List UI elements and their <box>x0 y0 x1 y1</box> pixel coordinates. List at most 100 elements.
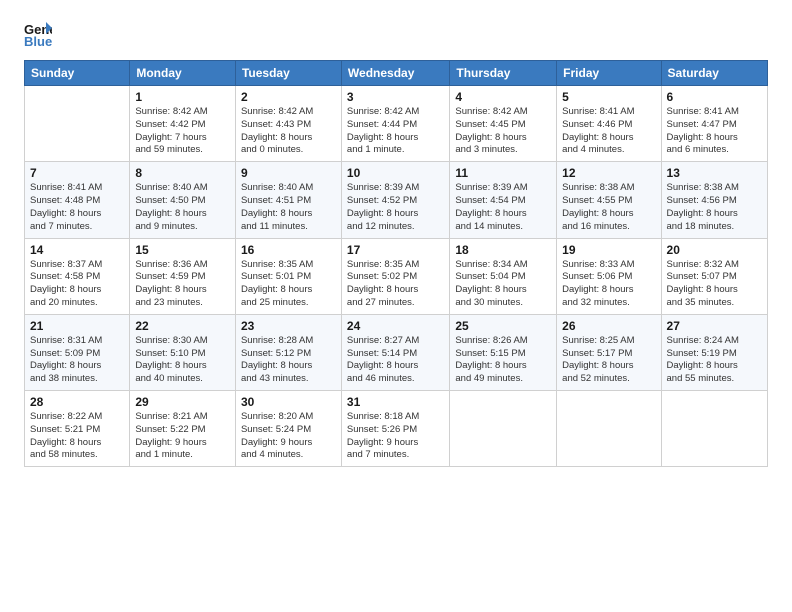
day-number: 30 <box>241 395 336 409</box>
day-number: 2 <box>241 90 336 104</box>
weekday-header: Monday <box>130 61 236 86</box>
day-info: Sunrise: 8:20 AM Sunset: 5:24 PM Dayligh… <box>241 411 336 462</box>
day-info: Sunrise: 8:35 AM Sunset: 5:02 PM Dayligh… <box>347 259 444 310</box>
day-number: 11 <box>455 166 551 180</box>
day-info: Sunrise: 8:25 AM Sunset: 5:17 PM Dayligh… <box>562 335 655 386</box>
day-info: Sunrise: 8:27 AM Sunset: 5:14 PM Dayligh… <box>347 335 444 386</box>
day-info: Sunrise: 8:36 AM Sunset: 4:59 PM Dayligh… <box>135 259 230 310</box>
day-number: 1 <box>135 90 230 104</box>
calendar-cell: 24Sunrise: 8:27 AM Sunset: 5:14 PM Dayli… <box>341 314 449 390</box>
day-info: Sunrise: 8:38 AM Sunset: 4:55 PM Dayligh… <box>562 182 655 233</box>
calendar-week-row: 14 Sunrise: 8:37 AM Sunset: 4:58 PM Dayli… <box>25 238 768 314</box>
calendar-cell: 4 Sunrise: 8:42 AM Sunset: 4:45 PM Daylig… <box>450 86 557 162</box>
day-info: Sunrise: 8:39 AM Sunset: 4:54 PM Dayligh… <box>455 182 551 233</box>
day-number: 14 <box>30 243 124 257</box>
day-info: Sunrise: 8:41 AM Sunset: 4:46 PM Dayligh… <box>562 106 655 157</box>
day-number: 18 <box>455 243 551 257</box>
calendar-cell: 19 Sunrise: 8:33 AM Sunset: 5:06 PM Dayli… <box>557 238 661 314</box>
weekday-header: Tuesday <box>235 61 341 86</box>
day-number: 26 <box>562 319 655 333</box>
calendar-header: SundayMondayTuesdayWednesdayThursdayFrid… <box>25 61 768 86</box>
day-number: 13 <box>667 166 762 180</box>
calendar-cell: 27Sunrise: 8:24 AM Sunset: 5:19 PM Dayli… <box>661 314 767 390</box>
day-info: Sunrise: 8:42 AM Sunset: 4:44 PM Dayligh… <box>347 106 444 157</box>
day-number: 3 <box>347 90 444 104</box>
day-number: 5 <box>562 90 655 104</box>
calendar-cell: 2 Sunrise: 8:42 AM Sunset: 4:43 PM Daylig… <box>235 86 341 162</box>
day-info: Sunrise: 8:31 AM Sunset: 5:09 PM Dayligh… <box>30 335 124 386</box>
header: General Blue <box>24 20 768 48</box>
day-number: 19 <box>562 243 655 257</box>
weekday-header: Sunday <box>25 61 130 86</box>
day-number: 10 <box>347 166 444 180</box>
calendar-page: General Blue SundayMondayTuesdayWednesda… <box>0 0 792 612</box>
day-info: Sunrise: 8:40 AM Sunset: 4:51 PM Dayligh… <box>241 182 336 233</box>
day-info: Sunrise: 8:42 AM Sunset: 4:45 PM Dayligh… <box>455 106 551 157</box>
day-number: 29 <box>135 395 230 409</box>
day-info: Sunrise: 8:37 AM Sunset: 4:58 PM Dayligh… <box>30 259 124 310</box>
calendar-cell <box>661 391 767 467</box>
calendar-cell: 30 Sunrise: 8:20 AM Sunset: 5:24 PM Dayli… <box>235 391 341 467</box>
calendar-cell: 13Sunrise: 8:38 AM Sunset: 4:56 PM Dayli… <box>661 162 767 238</box>
day-info: Sunrise: 8:39 AM Sunset: 4:52 PM Dayligh… <box>347 182 444 233</box>
calendar-cell <box>450 391 557 467</box>
day-number: 20 <box>667 243 762 257</box>
calendar-week-row: 1 Sunrise: 8:42 AM Sunset: 4:42 PM Daylig… <box>25 86 768 162</box>
day-info: Sunrise: 8:35 AM Sunset: 5:01 PM Dayligh… <box>241 259 336 310</box>
calendar-cell: 18 Sunrise: 8:34 AM Sunset: 5:04 PM Dayli… <box>450 238 557 314</box>
day-info: Sunrise: 8:42 AM Sunset: 4:42 PM Dayligh… <box>135 106 230 157</box>
day-info: Sunrise: 8:41 AM Sunset: 4:47 PM Dayligh… <box>667 106 762 157</box>
day-number: 7 <box>30 166 124 180</box>
calendar-cell: 3 Sunrise: 8:42 AM Sunset: 4:44 PM Daylig… <box>341 86 449 162</box>
day-info: Sunrise: 8:30 AM Sunset: 5:10 PM Dayligh… <box>135 335 230 386</box>
day-number: 12 <box>562 166 655 180</box>
day-info: Sunrise: 8:41 AM Sunset: 4:48 PM Dayligh… <box>30 182 124 233</box>
calendar-cell <box>25 86 130 162</box>
day-info: Sunrise: 8:28 AM Sunset: 5:12 PM Dayligh… <box>241 335 336 386</box>
calendar-cell: 21 Sunrise: 8:31 AM Sunset: 5:09 PM Dayli… <box>25 314 130 390</box>
calendar-body: 1 Sunrise: 8:42 AM Sunset: 4:42 PM Daylig… <box>25 86 768 467</box>
calendar-cell: 20 Sunrise: 8:32 AM Sunset: 5:07 PM Dayli… <box>661 238 767 314</box>
day-info: Sunrise: 8:33 AM Sunset: 5:06 PM Dayligh… <box>562 259 655 310</box>
calendar-week-row: 28Sunrise: 8:22 AM Sunset: 5:21 PM Dayli… <box>25 391 768 467</box>
day-info: Sunrise: 8:22 AM Sunset: 5:21 PM Dayligh… <box>30 411 124 462</box>
day-number: 21 <box>30 319 124 333</box>
calendar-cell: 7 Sunrise: 8:41 AM Sunset: 4:48 PM Daylig… <box>25 162 130 238</box>
calendar-cell: 1 Sunrise: 8:42 AM Sunset: 4:42 PM Daylig… <box>130 86 236 162</box>
calendar-cell: 17Sunrise: 8:35 AM Sunset: 5:02 PM Dayli… <box>341 238 449 314</box>
svg-text:Blue: Blue <box>24 34 52 48</box>
calendar-cell: 22 Sunrise: 8:30 AM Sunset: 5:10 PM Dayli… <box>130 314 236 390</box>
day-number: 16 <box>241 243 336 257</box>
calendar-cell: 8Sunrise: 8:40 AM Sunset: 4:50 PM Daylig… <box>130 162 236 238</box>
day-info: Sunrise: 8:21 AM Sunset: 5:22 PM Dayligh… <box>135 411 230 462</box>
calendar-cell: 12 Sunrise: 8:38 AM Sunset: 4:55 PM Dayli… <box>557 162 661 238</box>
day-info: Sunrise: 8:32 AM Sunset: 5:07 PM Dayligh… <box>667 259 762 310</box>
weekday-header: Saturday <box>661 61 767 86</box>
day-number: 8 <box>135 166 230 180</box>
calendar-table: SundayMondayTuesdayWednesdayThursdayFrid… <box>24 60 768 467</box>
day-info: Sunrise: 8:34 AM Sunset: 5:04 PM Dayligh… <box>455 259 551 310</box>
calendar-cell: 16 Sunrise: 8:35 AM Sunset: 5:01 PM Dayli… <box>235 238 341 314</box>
weekday-row: SundayMondayTuesdayWednesdayThursdayFrid… <box>25 61 768 86</box>
day-number: 4 <box>455 90 551 104</box>
calendar-cell: 11 Sunrise: 8:39 AM Sunset: 4:54 PM Dayli… <box>450 162 557 238</box>
calendar-cell: 14 Sunrise: 8:37 AM Sunset: 4:58 PM Dayli… <box>25 238 130 314</box>
calendar-cell: 10 Sunrise: 8:39 AM Sunset: 4:52 PM Dayli… <box>341 162 449 238</box>
calendar-cell: 6 Sunrise: 8:41 AM Sunset: 4:47 PM Daylig… <box>661 86 767 162</box>
day-number: 25 <box>455 319 551 333</box>
day-info: Sunrise: 8:18 AM Sunset: 5:26 PM Dayligh… <box>347 411 444 462</box>
day-number: 6 <box>667 90 762 104</box>
day-number: 22 <box>135 319 230 333</box>
day-number: 31 <box>347 395 444 409</box>
calendar-cell: 15Sunrise: 8:36 AM Sunset: 4:59 PM Dayli… <box>130 238 236 314</box>
day-number: 27 <box>667 319 762 333</box>
weekday-header: Wednesday <box>341 61 449 86</box>
calendar-cell: 5 Sunrise: 8:41 AM Sunset: 4:46 PM Daylig… <box>557 86 661 162</box>
day-info: Sunrise: 8:42 AM Sunset: 4:43 PM Dayligh… <box>241 106 336 157</box>
weekday-header: Thursday <box>450 61 557 86</box>
calendar-cell: 31 Sunrise: 8:18 AM Sunset: 5:26 PM Dayli… <box>341 391 449 467</box>
calendar-cell: 25Sunrise: 8:26 AM Sunset: 5:15 PM Dayli… <box>450 314 557 390</box>
weekday-header: Friday <box>557 61 661 86</box>
calendar-cell: 23Sunrise: 8:28 AM Sunset: 5:12 PM Dayli… <box>235 314 341 390</box>
calendar-cell <box>557 391 661 467</box>
